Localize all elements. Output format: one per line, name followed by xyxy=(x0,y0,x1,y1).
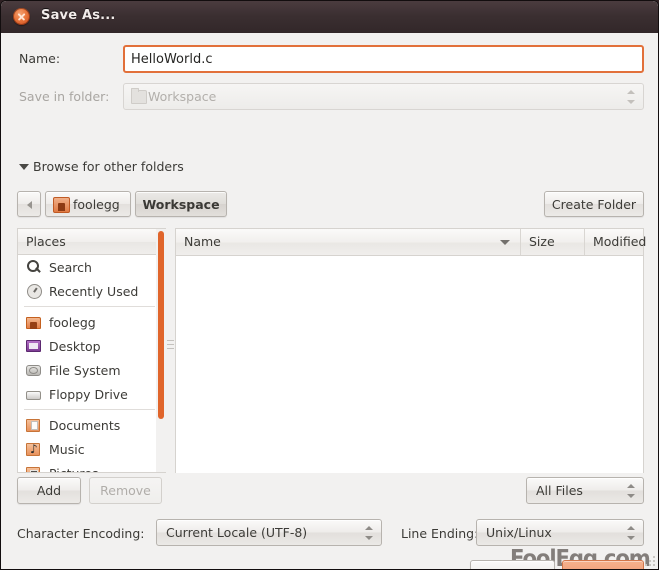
character-encoding-combo[interactable]: Current Locale (UTF-8) xyxy=(156,519,382,546)
place-label: foolegg xyxy=(49,314,96,330)
spinner-arrows-icon[interactable] xyxy=(365,525,373,541)
save-in-folder-value: Workspace xyxy=(148,89,217,104)
place-label: Search xyxy=(49,259,92,275)
places-header-label: Places xyxy=(26,234,66,249)
close-icon[interactable] xyxy=(13,8,30,25)
places-divider xyxy=(24,409,155,410)
save-in-folder-combo[interactable]: Workspace xyxy=(123,83,644,110)
filename-input[interactable] xyxy=(123,45,644,73)
search-icon xyxy=(26,259,42,275)
column-header-size[interactable]: Size xyxy=(521,229,585,255)
window-titlebar[interactable]: Save As... xyxy=(1,1,658,34)
save-as-dialog-window: Save As... Name: Save in folder: Workspa… xyxy=(0,0,659,570)
name-label: Name: xyxy=(19,51,61,66)
recent-clock-icon xyxy=(26,283,42,299)
triangle-down-icon xyxy=(19,164,29,170)
breadcrumb-back-button[interactable] xyxy=(17,191,41,217)
pictures-folder-icon xyxy=(26,465,42,472)
column-header-label: Size xyxy=(529,234,555,249)
folder-icon xyxy=(131,88,147,104)
pane-splitter[interactable] xyxy=(166,228,175,473)
save-button[interactable]: Save xyxy=(562,560,644,569)
column-header-modified[interactable]: Modified xyxy=(585,229,647,255)
place-label: File System xyxy=(49,362,121,378)
splitter-grip-icon xyxy=(167,340,174,349)
column-header-label: Modified xyxy=(593,234,647,249)
line-ending-value: Unix/Linux xyxy=(486,525,552,540)
sort-descending-icon xyxy=(500,240,510,245)
places-list[interactable]: Search Recently Used foolegg Desktop Fil… xyxy=(18,255,155,472)
line-ending-label: Line Ending: xyxy=(401,526,479,541)
place-item-music[interactable]: Music xyxy=(18,437,155,461)
place-label: Documents xyxy=(49,417,121,433)
breadcrumb-item-workspace[interactable]: Workspace xyxy=(135,191,227,217)
save-in-folder-row: Save in folder: Workspace xyxy=(19,83,644,110)
create-folder-button[interactable]: Create Folder xyxy=(544,191,644,217)
left-arrow-icon xyxy=(27,201,32,209)
place-item-floppy-drive[interactable]: Floppy Drive xyxy=(18,382,155,406)
place-item-recently-used[interactable]: Recently Used xyxy=(18,279,155,303)
floppy-drive-icon xyxy=(26,386,42,402)
file-filter-combo[interactable]: All Files xyxy=(526,477,644,504)
resize-grip[interactable] xyxy=(641,552,655,566)
place-label: Floppy Drive xyxy=(49,386,128,402)
browse-expander-label: Browse for other folders xyxy=(33,159,184,174)
column-header-label: Name xyxy=(184,234,221,249)
place-label: Music xyxy=(49,441,85,457)
file-filter-value: All Files xyxy=(536,483,583,498)
window-title: Save As... xyxy=(41,8,116,23)
places-header: Places xyxy=(18,229,156,255)
character-encoding-label: Character Encoding: xyxy=(17,526,145,541)
place-label: Pictures xyxy=(49,466,99,473)
place-label: Recently Used xyxy=(49,283,139,299)
spinner-arrows-icon[interactable] xyxy=(627,89,635,105)
line-ending-combo[interactable]: Unix/Linux xyxy=(476,519,644,546)
breadcrumb-label: Workspace xyxy=(142,197,220,212)
place-label: Desktop xyxy=(49,338,101,354)
desktop-icon xyxy=(26,338,42,354)
column-header-name[interactable]: Name xyxy=(176,229,521,255)
save-in-folder-label: Save in folder: xyxy=(19,89,110,104)
add-bookmark-button[interactable]: Add xyxy=(17,477,81,504)
documents-folder-icon xyxy=(26,417,42,433)
dialog-content: Name: Save in folder: Workspace Browse f… xyxy=(1,33,658,569)
file-browser-panes: Places Search Recently Used foolegg Desk… xyxy=(17,228,647,473)
file-list-header: Name Size Modified xyxy=(176,229,647,256)
breadcrumb-label: foolegg xyxy=(73,197,120,212)
cancel-button[interactable]: Cancel xyxy=(470,560,555,569)
place-item-file-system[interactable]: File System xyxy=(18,358,155,382)
character-encoding-value: Current Locale (UTF-8) xyxy=(166,525,308,540)
file-list-body[interactable] xyxy=(176,256,643,473)
place-item-documents[interactable]: Documents xyxy=(18,413,155,437)
home-folder-icon xyxy=(53,197,70,213)
places-divider xyxy=(24,306,155,307)
home-folder-icon xyxy=(26,314,42,330)
place-item-pictures[interactable]: Pictures xyxy=(18,461,155,472)
music-folder-icon xyxy=(26,441,42,457)
breadcrumb-item-foolegg[interactable]: foolegg xyxy=(45,191,131,217)
file-list-pane: Name Size Modified xyxy=(175,228,647,473)
hard-drive-icon xyxy=(26,362,42,378)
spinner-arrows-icon[interactable] xyxy=(627,483,635,499)
places-scrollbar[interactable] xyxy=(156,228,166,473)
place-item-search[interactable]: Search xyxy=(18,255,155,279)
places-pane: Places Search Recently Used foolegg Desk… xyxy=(17,228,156,473)
remove-bookmark-button: Remove xyxy=(89,477,162,504)
spinner-arrows-icon[interactable] xyxy=(627,525,635,541)
place-item-desktop[interactable]: Desktop xyxy=(18,334,155,358)
places-scrollbar-thumb[interactable] xyxy=(158,231,164,419)
name-row: Name: xyxy=(19,45,644,73)
place-item-foolegg[interactable]: foolegg xyxy=(18,310,155,334)
